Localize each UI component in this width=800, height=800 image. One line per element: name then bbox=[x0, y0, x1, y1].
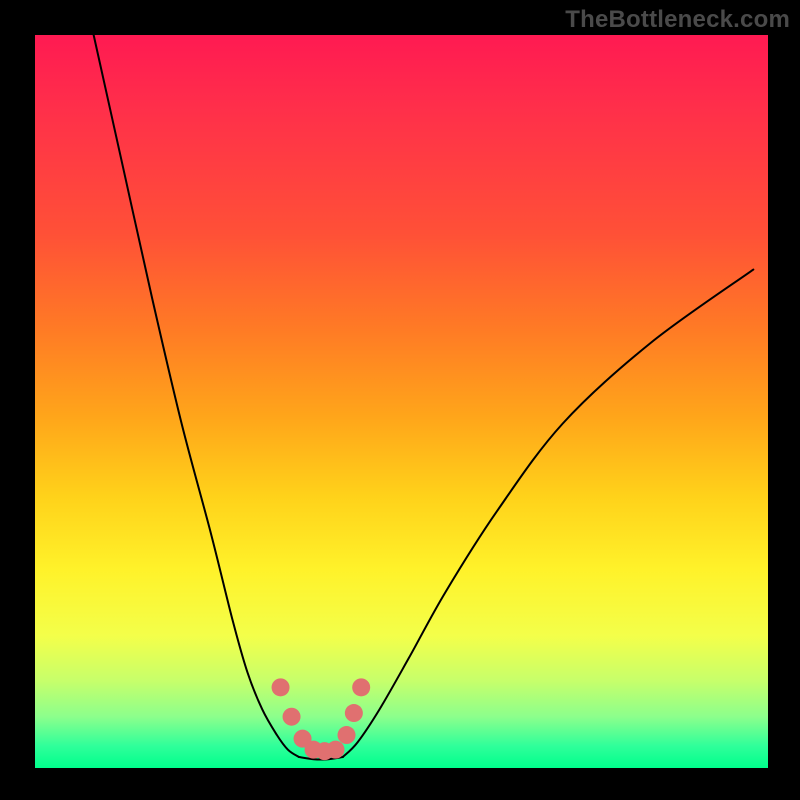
basin-dot bbox=[272, 678, 290, 696]
basin-dot bbox=[345, 704, 363, 722]
left-curve bbox=[94, 35, 299, 757]
basin-dot bbox=[338, 726, 356, 744]
basin-dot bbox=[283, 708, 301, 726]
watermark-text: TheBottleneck.com bbox=[565, 6, 790, 34]
right-curve bbox=[343, 270, 753, 757]
basin-dot bbox=[352, 678, 370, 696]
outer-frame: TheBottleneck.com bbox=[0, 0, 800, 800]
plot-area bbox=[35, 35, 768, 768]
chart-svg bbox=[35, 35, 768, 768]
basin-dot bbox=[327, 741, 345, 759]
